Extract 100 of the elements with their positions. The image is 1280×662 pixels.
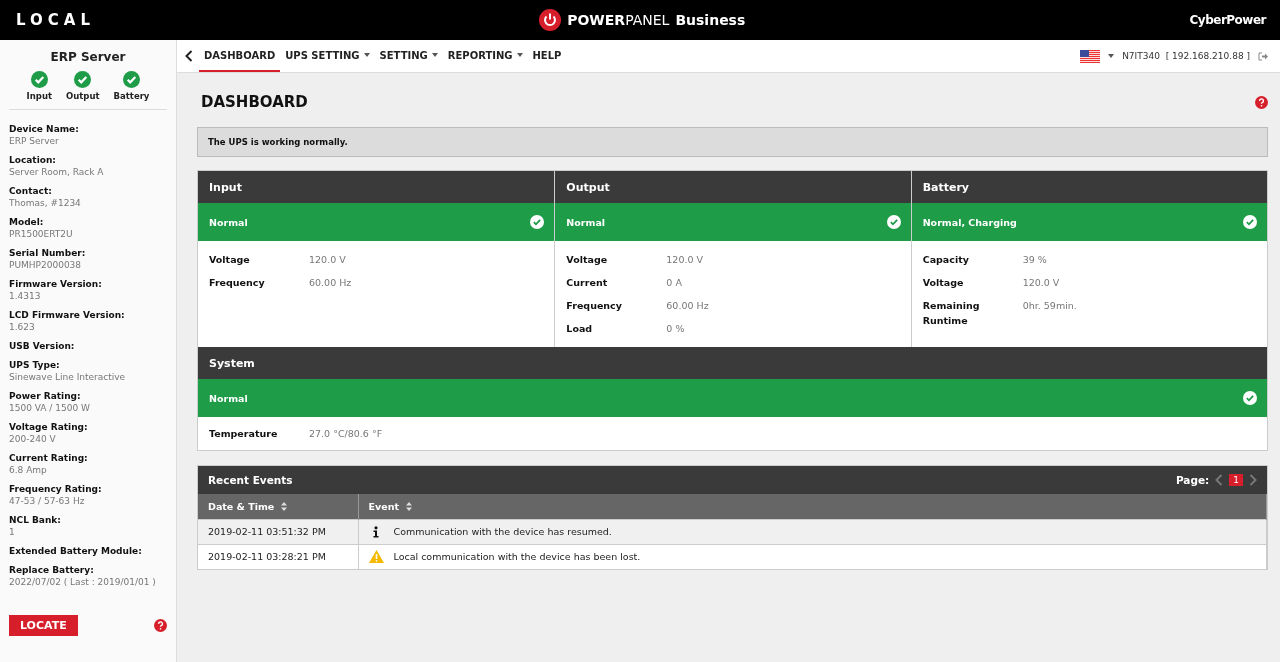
power-logo-icon bbox=[539, 9, 562, 31]
info-label: Voltage Rating: bbox=[9, 421, 89, 433]
nav-tab[interactable]: DASHBOARD bbox=[199, 40, 281, 72]
field-label: Frequency bbox=[209, 276, 266, 290]
field-label: Voltage bbox=[209, 253, 251, 267]
field-value: 39 % bbox=[1022, 253, 1047, 267]
info-label: Location: bbox=[9, 154, 57, 166]
info-value: 47-53 / 57-63 Hz bbox=[9, 495, 86, 507]
info-value: 6.8 Amp bbox=[9, 464, 48, 476]
flag-icon[interactable] bbox=[1080, 49, 1101, 63]
field-label: Load bbox=[566, 322, 594, 336]
caret-icon bbox=[431, 53, 438, 57]
info-label: Firmware Version: bbox=[9, 278, 103, 290]
check-circle-icon bbox=[886, 215, 901, 229]
host-address: N7IT340 [ 192.168.210.88 ] bbox=[1122, 51, 1250, 61]
field-value: 60.00 Hz bbox=[309, 276, 352, 290]
panel-header: System bbox=[198, 347, 1267, 379]
column-header[interactable]: Event bbox=[358, 494, 1267, 519]
device-title: ERP Server bbox=[49, 50, 127, 64]
field-value: 120.0 V bbox=[666, 253, 704, 267]
field-label: Capacity bbox=[922, 253, 970, 267]
info-label: Frequency Rating: bbox=[9, 483, 103, 495]
field-value: 0 % bbox=[666, 322, 685, 336]
page-number[interactable]: 1 bbox=[1229, 474, 1243, 486]
field-value: 120.0 V bbox=[309, 253, 346, 267]
info-label: Model: bbox=[9, 216, 45, 228]
status-label: Output bbox=[66, 91, 100, 101]
caret-icon bbox=[363, 53, 370, 57]
info-label: USB Version: bbox=[9, 340, 76, 352]
status-label: Battery bbox=[113, 91, 150, 101]
caret-icon bbox=[516, 53, 523, 57]
page-title: DASHBOARD bbox=[201, 93, 308, 111]
back-chevron-icon[interactable] bbox=[185, 50, 193, 62]
sort-icon[interactable] bbox=[405, 501, 412, 511]
info-value: PR1500ERT2U bbox=[9, 228, 74, 240]
mode-label: LOCAL bbox=[16, 11, 95, 29]
field-label: Voltage bbox=[922, 276, 965, 290]
info-label: Device Name: bbox=[9, 123, 80, 135]
status-text: Normal bbox=[209, 216, 248, 228]
check-circle-icon bbox=[530, 215, 545, 229]
field-value: 120.0 V bbox=[1022, 276, 1060, 290]
help-icon[interactable] bbox=[1255, 95, 1268, 109]
info-label: LCD Firmware Version: bbox=[9, 309, 126, 321]
table-cell: 2019-02-11 03:28:21 PM bbox=[198, 544, 358, 569]
info-label: Current Rating: bbox=[9, 452, 89, 464]
info-value: 1500 VA / 1500 W bbox=[9, 402, 91, 414]
check-circle-icon bbox=[1243, 391, 1257, 405]
info-value: 2022/07/02 ( Last : 2019/01/01 ) bbox=[9, 576, 157, 588]
warning-icon bbox=[368, 550, 384, 564]
status-text: Normal bbox=[566, 216, 606, 228]
field-label: Voltage bbox=[566, 253, 609, 267]
page-label: Page: bbox=[1175, 474, 1210, 486]
help-icon[interactable] bbox=[154, 619, 167, 632]
field-value: 60.00 Hz bbox=[666, 299, 709, 313]
info-value: Sinewave Line Interactive bbox=[9, 371, 127, 383]
field-value: 27.0 °C/80.6 °F bbox=[309, 427, 383, 441]
info-label: Replace Battery: bbox=[9, 564, 95, 576]
info-value: 1 bbox=[9, 526, 16, 538]
field-label: Remaining Runtime bbox=[922, 299, 981, 328]
nav-tab[interactable]: REPORTING bbox=[442, 40, 528, 72]
panel-header: Battery bbox=[911, 171, 1267, 203]
product-name: POWERPANEL bbox=[567, 12, 670, 28]
field-value: 0 A bbox=[666, 276, 682, 290]
event-text: Communication with the device has resumed. bbox=[393, 526, 612, 537]
nav-tab[interactable]: HELP bbox=[527, 40, 567, 72]
info-label: Power Rating: bbox=[9, 390, 82, 402]
next-icon[interactable] bbox=[1249, 474, 1257, 486]
info-value: 1.4313 bbox=[9, 290, 42, 302]
nav-tab[interactable]: UPS SETTING bbox=[280, 40, 375, 72]
panel-header: Input bbox=[198, 171, 555, 203]
info-value: 200-240 V bbox=[9, 433, 57, 445]
status-message: The UPS is working normally. bbox=[197, 127, 1268, 157]
status-text: Normal, Charging bbox=[922, 216, 1017, 228]
vendor-logo: CyberPower bbox=[1189, 13, 1266, 27]
info-label: NCL Bank: bbox=[9, 514, 62, 526]
event-text: Local communication with the device has been lost. bbox=[393, 551, 641, 563]
field-label: Temperature bbox=[209, 427, 279, 441]
events-title: Recent Events bbox=[208, 474, 293, 486]
info-value: 1.623 bbox=[9, 321, 36, 333]
table-cell: 2019-02-11 03:51:32 PM bbox=[198, 519, 358, 544]
check-circle-icon bbox=[1243, 215, 1257, 229]
product-edition: Business bbox=[675, 12, 746, 28]
logout-icon[interactable] bbox=[1258, 51, 1268, 61]
field-label: Frequency bbox=[566, 299, 623, 313]
info-value: ERP Server bbox=[9, 135, 60, 147]
locate-button[interactable]: LOCATE bbox=[9, 615, 78, 636]
info-label: Serial Number: bbox=[9, 247, 87, 259]
field-value: 0hr. 59min. bbox=[1022, 299, 1077, 313]
sort-icon[interactable] bbox=[281, 501, 288, 511]
info-label: Contact: bbox=[9, 185, 53, 197]
status-label: Input bbox=[26, 91, 52, 101]
column-header[interactable]: Date & Time bbox=[198, 494, 358, 519]
caret-icon bbox=[1108, 54, 1115, 58]
info-label: UPS Type: bbox=[9, 359, 61, 371]
nav-tab[interactable]: SETTING bbox=[374, 40, 443, 72]
field-label: Current bbox=[566, 276, 609, 290]
info-label: Extended Battery Module: bbox=[9, 545, 143, 557]
info-value: Thomas, #1234 bbox=[9, 197, 82, 209]
previous-icon[interactable] bbox=[1215, 474, 1224, 486]
info-value: PUMHP2000038 bbox=[9, 259, 83, 271]
